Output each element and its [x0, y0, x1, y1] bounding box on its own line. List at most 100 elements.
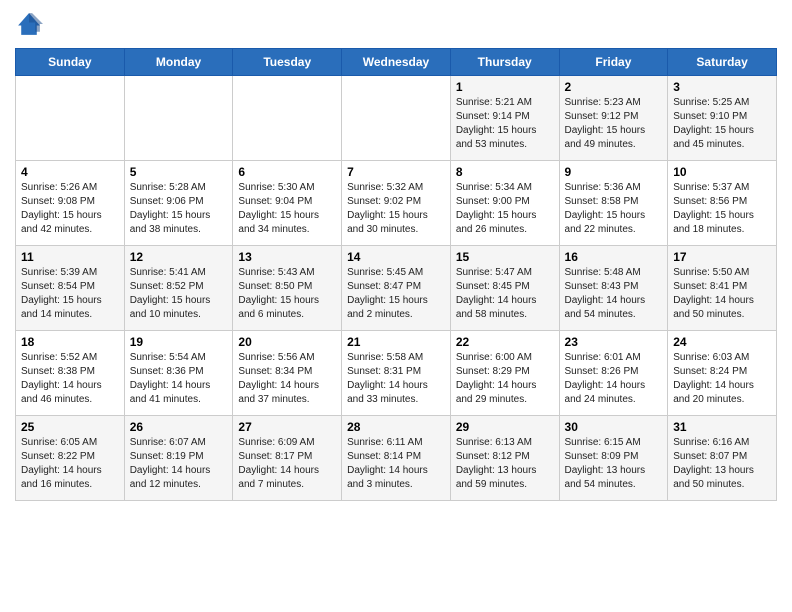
day-number: 15 — [456, 250, 554, 264]
day-content: Sunrise: 5:58 AM Sunset: 8:31 PM Dayligh… — [347, 351, 445, 407]
day-content: Sunrise: 5:26 AM Sunset: 9:08 PM Dayligh… — [21, 181, 119, 237]
week-row-3: 11 Sunrise: 5:39 AM Sunset: 8:54 PM Dayli… — [16, 246, 777, 331]
calendar-cell: 20Sunrise: 5:56 AM Sunset: 8:34 PM Dayli… — [233, 331, 342, 416]
day-number: 12 — [130, 250, 228, 264]
calendar-cell — [342, 76, 451, 161]
day-content: Sunrise: 5:25 AM Sunset: 9:10 PM Dayligh… — [673, 96, 771, 152]
day-content: Sunrise: 5:23 AM Sunset: 9:12 PM Dayligh… — [565, 96, 663, 152]
day-number: 13 — [238, 250, 336, 264]
calendar-cell: 8 Sunrise: 5:34 AM Sunset: 9:00 PM Daylig… — [450, 161, 559, 246]
day-content: Sunrise: 5:48 AM Sunset: 8:43 PM Dayligh… — [565, 266, 663, 322]
day-content: Sunrise: 6:11 AM Sunset: 8:14 PM Dayligh… — [347, 436, 445, 492]
day-number: 24 — [673, 335, 771, 349]
calendar-cell: 18Sunrise: 5:52 AM Sunset: 8:38 PM Dayli… — [16, 331, 125, 416]
day-number: 25 — [21, 420, 119, 434]
week-row-5: 25 Sunrise: 6:05 AM Sunset: 8:22 PM Dayli… — [16, 416, 777, 501]
calendar-cell: 5 Sunrise: 5:28 AM Sunset: 9:06 PM Daylig… — [124, 161, 233, 246]
day-number: 4 — [21, 165, 119, 179]
calendar-table: SundayMondayTuesdayWednesdayThursdayFrid… — [15, 48, 777, 501]
calendar-cell: 6 Sunrise: 5:30 AM Sunset: 9:04 PM Daylig… — [233, 161, 342, 246]
calendar-cell: 7 Sunrise: 5:32 AM Sunset: 9:02 PM Daylig… — [342, 161, 451, 246]
day-number: 16 — [565, 250, 663, 264]
day-number: 20 — [238, 335, 336, 349]
day-content: Sunrise: 5:39 AM Sunset: 8:54 PM Dayligh… — [21, 266, 119, 322]
day-number: 22 — [456, 335, 554, 349]
day-number: 5 — [130, 165, 228, 179]
week-row-2: 4 Sunrise: 5:26 AM Sunset: 9:08 PM Daylig… — [16, 161, 777, 246]
day-number: 7 — [347, 165, 445, 179]
day-number: 18 — [21, 335, 119, 349]
day-number: 10 — [673, 165, 771, 179]
day-content: Sunrise: 5:41 AM Sunset: 8:52 PM Dayligh… — [130, 266, 228, 322]
calendar-cell: 24 Sunrise: 6:03 AM Sunset: 8:24 PM Dayli… — [668, 331, 777, 416]
day-number: 30 — [565, 420, 663, 434]
day-content: Sunrise: 5:21 AM Sunset: 9:14 PM Dayligh… — [456, 96, 554, 152]
page: SundayMondayTuesdayWednesdayThursdayFrid… — [0, 0, 792, 511]
calendar-cell: 29 Sunrise: 6:13 AM Sunset: 8:12 PM Dayli… — [450, 416, 559, 501]
calendar-cell: 23Sunrise: 6:01 AM Sunset: 8:26 PM Dayli… — [559, 331, 668, 416]
header-friday: Friday — [559, 49, 668, 76]
header-tuesday: Tuesday — [233, 49, 342, 76]
calendar-cell: 12 Sunrise: 5:41 AM Sunset: 8:52 PM Dayli… — [124, 246, 233, 331]
day-number: 21 — [347, 335, 445, 349]
day-content: Sunrise: 5:45 AM Sunset: 8:47 PM Dayligh… — [347, 266, 445, 322]
day-content: Sunrise: 6:13 AM Sunset: 8:12 PM Dayligh… — [456, 436, 554, 492]
day-content: Sunrise: 5:34 AM Sunset: 9:00 PM Dayligh… — [456, 181, 554, 237]
day-content: Sunrise: 5:36 AM Sunset: 8:58 PM Dayligh… — [565, 181, 663, 237]
day-number: 28 — [347, 420, 445, 434]
day-number: 1 — [456, 80, 554, 94]
calendar-cell: 31 Sunrise: 6:16 AM Sunset: 8:07 PM Dayli… — [668, 416, 777, 501]
calendar-cell: 22 Sunrise: 6:00 AM Sunset: 8:29 PM Dayli… — [450, 331, 559, 416]
header-monday: Monday — [124, 49, 233, 76]
day-content: Sunrise: 6:00 AM Sunset: 8:29 PM Dayligh… — [456, 351, 554, 407]
calendar-cell: 26 Sunrise: 6:07 AM Sunset: 8:19 PM Dayli… — [124, 416, 233, 501]
calendar-cell: 17Sunrise: 5:50 AM Sunset: 8:41 PM Dayli… — [668, 246, 777, 331]
day-number: 31 — [673, 420, 771, 434]
calendar-cell: 10 Sunrise: 5:37 AM Sunset: 8:56 PM Dayli… — [668, 161, 777, 246]
day-number: 9 — [565, 165, 663, 179]
day-content: Sunrise: 6:07 AM Sunset: 8:19 PM Dayligh… — [130, 436, 228, 492]
week-row-4: 18Sunrise: 5:52 AM Sunset: 8:38 PM Dayli… — [16, 331, 777, 416]
day-content: Sunrise: 5:37 AM Sunset: 8:56 PM Dayligh… — [673, 181, 771, 237]
calendar-cell: 13 Sunrise: 5:43 AM Sunset: 8:50 PM Dayli… — [233, 246, 342, 331]
calendar-cell — [16, 76, 125, 161]
calendar-cell: 9 Sunrise: 5:36 AM Sunset: 8:58 PM Daylig… — [559, 161, 668, 246]
calendar-cell: 11 Sunrise: 5:39 AM Sunset: 8:54 PM Dayli… — [16, 246, 125, 331]
day-content: Sunrise: 5:43 AM Sunset: 8:50 PM Dayligh… — [238, 266, 336, 322]
day-content: Sunrise: 6:03 AM Sunset: 8:24 PM Dayligh… — [673, 351, 771, 407]
calendar-body: 1 Sunrise: 5:21 AM Sunset: 9:14 PM Daylig… — [16, 76, 777, 501]
day-number: 19 — [130, 335, 228, 349]
calendar-cell: 16 Sunrise: 5:48 AM Sunset: 8:43 PM Dayli… — [559, 246, 668, 331]
days-row: SundayMondayTuesdayWednesdayThursdayFrid… — [16, 49, 777, 76]
day-content: Sunrise: 6:16 AM Sunset: 8:07 PM Dayligh… — [673, 436, 771, 492]
day-content: Sunrise: 6:09 AM Sunset: 8:17 PM Dayligh… — [238, 436, 336, 492]
calendar-cell: 1 Sunrise: 5:21 AM Sunset: 9:14 PM Daylig… — [450, 76, 559, 161]
day-number: 29 — [456, 420, 554, 434]
day-number: 27 — [238, 420, 336, 434]
calendar-cell: 3 Sunrise: 5:25 AM Sunset: 9:10 PM Daylig… — [668, 76, 777, 161]
calendar-cell: 27 Sunrise: 6:09 AM Sunset: 8:17 PM Dayli… — [233, 416, 342, 501]
calendar-cell: 15 Sunrise: 5:47 AM Sunset: 8:45 PM Dayli… — [450, 246, 559, 331]
day-content: Sunrise: 6:15 AM Sunset: 8:09 PM Dayligh… — [565, 436, 663, 492]
day-number: 26 — [130, 420, 228, 434]
day-content: Sunrise: 5:32 AM Sunset: 9:02 PM Dayligh… — [347, 181, 445, 237]
day-content: Sunrise: 5:47 AM Sunset: 8:45 PM Dayligh… — [456, 266, 554, 322]
calendar-cell: 4 Sunrise: 5:26 AM Sunset: 9:08 PM Daylig… — [16, 161, 125, 246]
day-number: 3 — [673, 80, 771, 94]
day-content: Sunrise: 6:05 AM Sunset: 8:22 PM Dayligh… — [21, 436, 119, 492]
header-wednesday: Wednesday — [342, 49, 451, 76]
day-number: 11 — [21, 250, 119, 264]
day-number: 14 — [347, 250, 445, 264]
header — [15, 10, 777, 38]
day-content: Sunrise: 5:54 AM Sunset: 8:36 PM Dayligh… — [130, 351, 228, 407]
calendar-cell: 14 Sunrise: 5:45 AM Sunset: 8:47 PM Dayli… — [342, 246, 451, 331]
day-content: Sunrise: 5:30 AM Sunset: 9:04 PM Dayligh… — [238, 181, 336, 237]
calendar-cell: 19 Sunrise: 5:54 AM Sunset: 8:36 PM Dayli… — [124, 331, 233, 416]
logo-icon — [15, 10, 43, 38]
day-content: Sunrise: 5:28 AM Sunset: 9:06 PM Dayligh… — [130, 181, 228, 237]
calendar-cell: 28 Sunrise: 6:11 AM Sunset: 8:14 PM Dayli… — [342, 416, 451, 501]
logo — [15, 10, 47, 38]
day-number: 6 — [238, 165, 336, 179]
header-sunday: Sunday — [16, 49, 125, 76]
day-number: 8 — [456, 165, 554, 179]
